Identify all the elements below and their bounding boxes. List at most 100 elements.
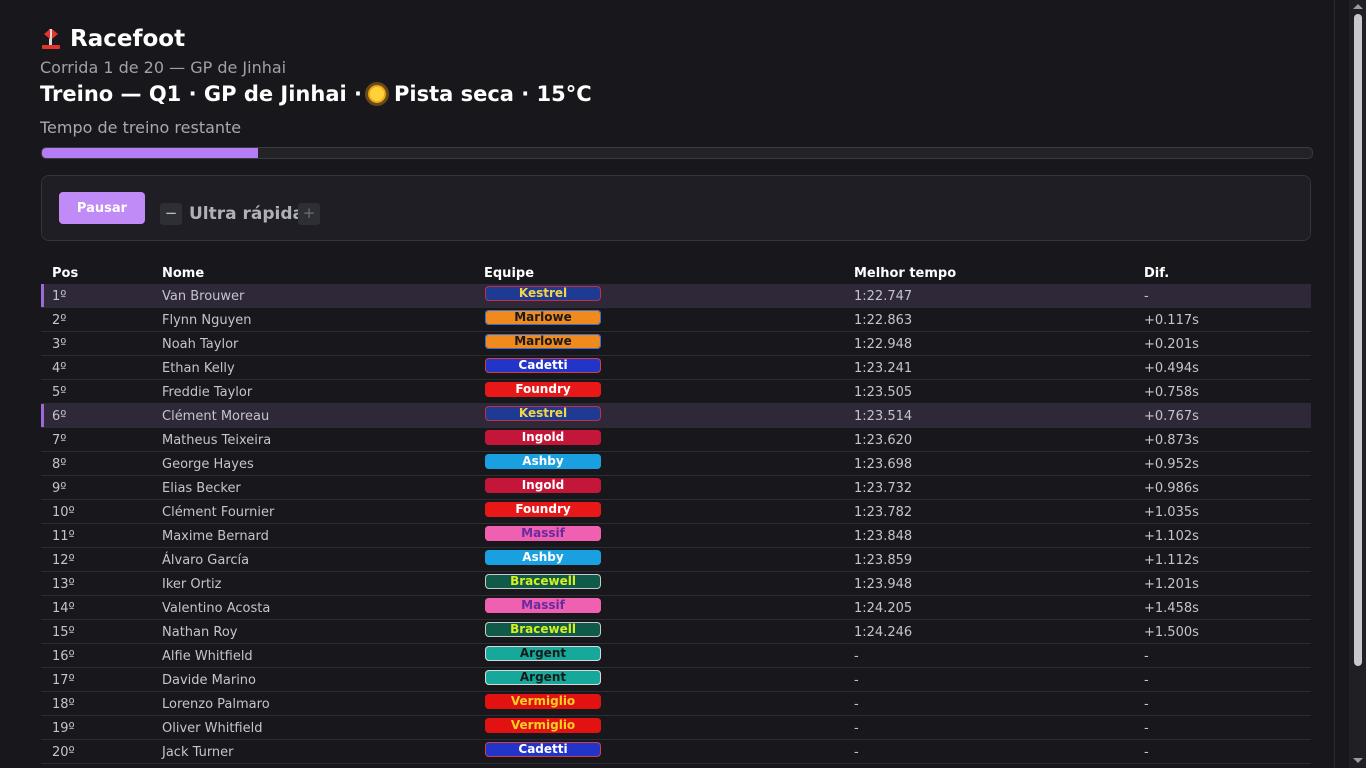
row-best-time: 1:23.732 — [854, 481, 913, 496]
app-page: Racefoot Corrida 1 de 20 — GP de Jinhai … — [0, 0, 1334, 768]
team-badge: Bracewell — [485, 574, 601, 589]
sim-controls: Pausar − Ultra rápida + — [41, 175, 1311, 241]
team-badge: Marlowe — [485, 310, 601, 325]
team-badge: Ashby — [485, 550, 601, 565]
remaining-time-progress — [41, 147, 1313, 159]
row-position: 7º — [52, 433, 67, 448]
table-row: 19º Oliver Whitfield Vermiglio - - — [41, 716, 1311, 740]
row-position: 15º — [52, 625, 75, 640]
row-position: 18º — [52, 697, 75, 712]
table-row: 9º Elias Becker Ingold 1:23.732 +0.986s — [41, 476, 1311, 500]
team-badge: Foundry — [485, 382, 601, 397]
scroll-up-arrow-icon[interactable] — [1353, 4, 1363, 9]
col-best-header: Melhor tempo — [854, 266, 957, 281]
team-badge: Ashby — [485, 454, 601, 469]
row-driver-name: Jack Turner — [162, 745, 234, 760]
team-badge: Vermiglio — [485, 718, 601, 733]
team-badge: Kestrel — [485, 286, 601, 301]
speed-decrease-button[interactable]: − — [160, 203, 182, 225]
table-row: 11º Maxime Bernard Massif 1:23.848 +1.102s — [41, 524, 1311, 548]
team-badge: Massif — [485, 526, 601, 541]
podium-flag-icon — [40, 27, 62, 51]
table-row: 2º Flynn Nguyen Marlowe 1:22.863 +0.117s — [41, 308, 1311, 332]
table-row: 13º Iker Ortiz Bracewell 1:23.948 +1.201s — [41, 572, 1311, 596]
scrollbar-thumb[interactable] — [1354, 14, 1362, 666]
table-row: 12º Álvaro García Ashby 1:23.859 +1.112s — [41, 548, 1311, 572]
row-best-time: 1:23.848 — [854, 529, 913, 544]
row-best-time: 1:22.863 — [854, 313, 913, 328]
row-gap: +1.112s — [1144, 553, 1199, 568]
session-title: Treino — Q1 · GP de Jinhai · Pista seca … — [40, 82, 592, 106]
row-driver-name: Lorenzo Palmaro — [162, 697, 270, 712]
standings-table: 1º Van Brouwer Kestrel 1:22.747 - 2º Flynn Ngu… — [41, 284, 1311, 764]
row-position: 12º — [52, 553, 75, 568]
row-best-time: 1:23.698 — [854, 457, 913, 472]
remaining-time-label: Tempo de treino restante — [40, 118, 242, 137]
race-subtitle: Corrida 1 de 20 — GP de Jinhai — [40, 58, 287, 77]
row-best-time: - — [854, 673, 859, 688]
table-row: 20º Jack Turner Cadetti - - — [41, 740, 1311, 764]
team-badge: Ingold — [485, 478, 601, 493]
row-driver-name: Davide Marino — [162, 673, 256, 688]
row-best-time: - — [854, 745, 859, 760]
standings-header: Pos Nome Equipe Melhor tempo Dif. — [41, 264, 1311, 284]
pause-button[interactable]: Pausar — [59, 192, 145, 224]
col-team-header: Equipe — [484, 266, 535, 281]
row-gap: - — [1144, 721, 1149, 736]
row-driver-name: Nathan Roy — [162, 625, 238, 640]
session-name: Treino — Q1 · GP de Jinhai · — [40, 82, 362, 106]
row-gap: - — [1144, 289, 1149, 304]
team-badge: Cadetti — [485, 742, 601, 757]
row-gap: +1.458s — [1144, 601, 1199, 616]
row-best-time: 1:22.747 — [854, 289, 913, 304]
track-conditions: Pista seca · 15°C — [393, 82, 592, 106]
scroll-down-arrow-icon[interactable] — [1353, 758, 1363, 763]
row-best-time: 1:23.514 — [854, 409, 913, 424]
row-best-time: 1:23.782 — [854, 505, 913, 520]
row-gap: +0.986s — [1144, 481, 1199, 496]
row-position: 8º — [52, 457, 67, 472]
team-badge: Ingold — [485, 430, 601, 445]
row-position: 11º — [52, 529, 75, 544]
table-row: 7º Matheus Teixeira Ingold 1:23.620 +0.873s — [41, 428, 1311, 452]
row-gap: - — [1144, 745, 1149, 760]
table-row: 6º Clément Moreau Kestrel 1:23.514 +0.767s — [41, 404, 1311, 428]
speed-increase-button[interactable]: + — [298, 203, 320, 225]
row-gap: - — [1144, 649, 1149, 664]
row-gap: +0.201s — [1144, 337, 1199, 352]
row-driver-name: Freddie Taylor — [162, 385, 253, 400]
row-best-time: 1:23.241 — [854, 361, 913, 376]
team-badge: Argent — [485, 646, 601, 661]
team-badge: Kestrel — [485, 406, 601, 421]
row-driver-name: Matheus Teixeira — [162, 433, 272, 448]
progress-fill — [42, 148, 258, 158]
row-gap: +1.102s — [1144, 529, 1199, 544]
row-driver-name: Álvaro García — [162, 553, 250, 568]
row-best-time: 1:22.948 — [854, 337, 913, 352]
row-gap: +0.952s — [1144, 457, 1199, 472]
col-pos-header: Pos — [52, 266, 79, 281]
row-position: 10º — [52, 505, 75, 520]
row-driver-name: Clément Moreau — [162, 409, 270, 424]
row-best-time: 1:24.246 — [854, 625, 913, 640]
team-badge: Bracewell — [485, 622, 601, 637]
row-gap: - — [1144, 673, 1149, 688]
row-gap: +1.500s — [1144, 625, 1199, 640]
table-row: 15º Nathan Roy Bracewell 1:24.246 +1.500s — [41, 620, 1311, 644]
row-gap: +0.117s — [1144, 313, 1199, 328]
row-best-time: - — [854, 721, 859, 736]
row-best-time: - — [854, 649, 859, 664]
col-name-header: Nome — [162, 266, 205, 281]
row-position: 13º — [52, 577, 75, 592]
row-driver-name: Elias Becker — [162, 481, 241, 496]
row-gap: - — [1144, 697, 1149, 712]
row-gap: +0.494s — [1144, 361, 1199, 376]
table-row: 14º Valentino Acosta Massif 1:24.205 +1.458s — [41, 596, 1311, 620]
brand-name: Racefoot — [70, 26, 186, 52]
table-row: 10º Clément Fournier Foundry 1:23.782 +1.035… — [41, 500, 1311, 524]
row-position: 3º — [52, 337, 67, 352]
row-best-time: 1:23.505 — [854, 385, 913, 400]
team-badge: Argent — [485, 670, 601, 685]
row-gap: +0.758s — [1144, 385, 1199, 400]
row-position: 2º — [52, 313, 67, 328]
